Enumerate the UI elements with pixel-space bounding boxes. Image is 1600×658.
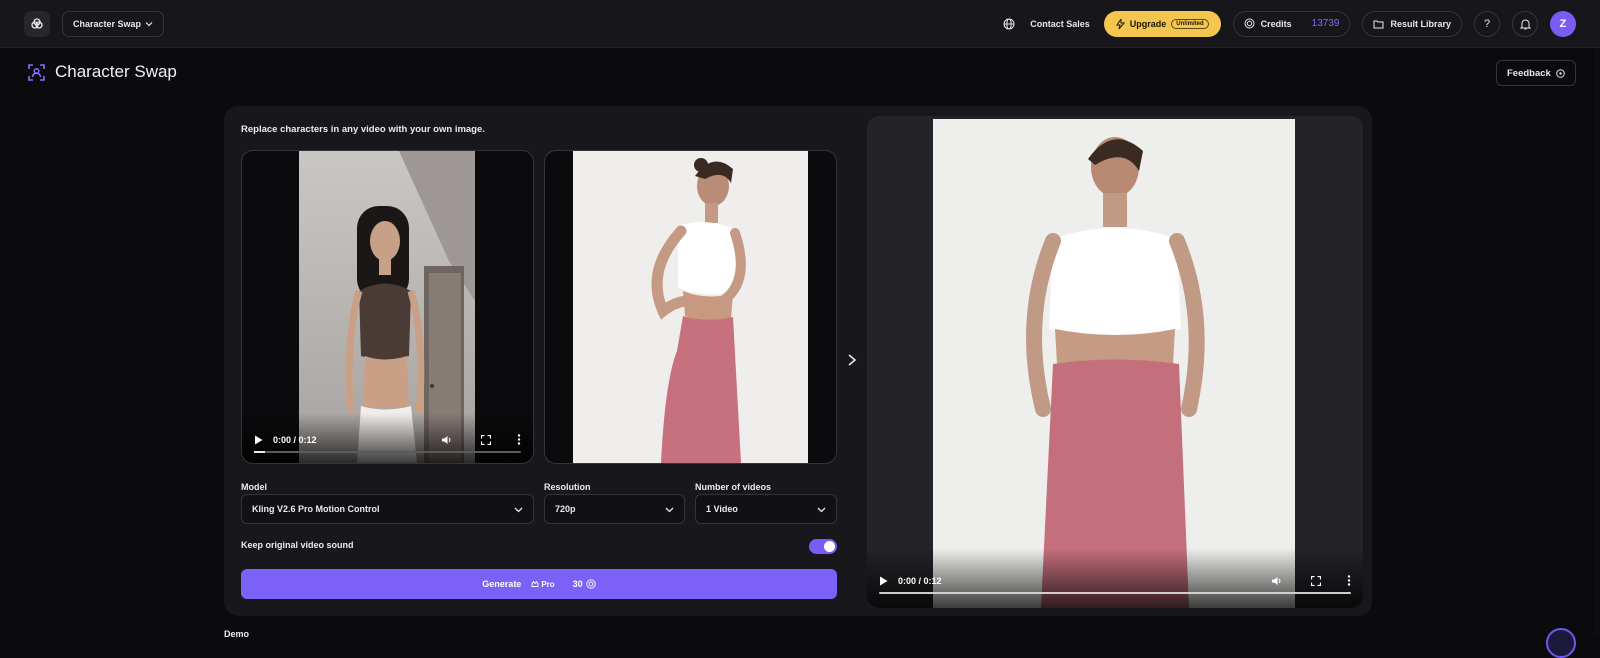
generate-label: Generate (482, 579, 522, 589)
lock-icon (531, 580, 539, 587)
volume-icon[interactable] (1272, 576, 1283, 586)
resolution-value: 720p (555, 504, 576, 514)
character-swap-icon (28, 63, 45, 81)
volume-icon[interactable] (442, 435, 453, 445)
result-video-player[interactable]: 0:00 / 0:12 (867, 116, 1363, 608)
chevron-down-icon (145, 21, 153, 26)
bolt-icon (1115, 18, 1125, 29)
feedback-label: Feedback (1507, 67, 1551, 79)
generate-cost-value: 30 (572, 579, 583, 589)
top-bar: Character Swap Contact Sales Upgrade Unl… (0, 0, 1600, 48)
source-video-progress-fill (254, 451, 265, 453)
fullscreen-icon[interactable] (481, 434, 491, 445)
source-video-controls: 0:00 / 0:12 (242, 413, 533, 463)
page-title-text: Character Swap (55, 62, 177, 81)
chevron-right-icon (848, 354, 857, 366)
source-video-player[interactable]: 0:00 / 0:12 (241, 150, 534, 464)
result-library-label: Result Library (1390, 18, 1451, 29)
app-switcher-label: Character Swap (73, 18, 142, 29)
coin-icon (586, 579, 596, 589)
upgrade-button[interactable]: Upgrade Unlimited (1103, 10, 1221, 37)
unlimited-badge: Unlimited (1171, 18, 1209, 29)
fullscreen-icon[interactable] (1311, 575, 1321, 586)
result-video-controls: 0:00 / 0:12 (867, 548, 1363, 608)
pro-tag: Pro (531, 579, 555, 589)
chat-launcher-button[interactable] (1546, 628, 1576, 658)
contact-sales-link[interactable]: Contact Sales (1030, 19, 1090, 29)
page-title: Character Swap (28, 62, 177, 82)
app-logo-icon[interactable] (24, 10, 50, 37)
reference-image-frame (573, 151, 808, 463)
more-icon[interactable] (517, 434, 521, 445)
folder-icon (1373, 20, 1384, 28)
more-icon[interactable] (1347, 575, 1351, 586)
number-of-videos-label: Number of videos (695, 482, 772, 492)
feedback-icon (1556, 68, 1565, 78)
resolution-label: Resolution (544, 482, 591, 492)
chevron-down-icon (514, 507, 523, 512)
generate-button[interactable]: Generate Pro 30 (241, 569, 837, 599)
credits-button[interactable]: Credits 13739 (1232, 10, 1351, 37)
result-video-time: 0:00 / 0:12 (898, 575, 942, 586)
avatar[interactable]: Z (1550, 10, 1576, 37)
app-switcher-dropdown[interactable]: Character Swap (62, 10, 165, 37)
result-library-button[interactable]: Result Library (1362, 10, 1462, 37)
chevron-down-icon (665, 507, 674, 512)
keep-sound-toggle[interactable] (809, 539, 837, 554)
source-video-time: 0:00 / 0:12 (273, 434, 317, 445)
model-value: Kling V2.6 Pro Motion Control (252, 504, 380, 514)
page-scrollbar[interactable] (1594, 48, 1600, 637)
result-video-progress[interactable] (879, 592, 1351, 594)
pro-label: Pro (541, 579, 555, 589)
globe-icon[interactable] (1000, 15, 1018, 33)
upgrade-label: Upgrade (1129, 18, 1167, 29)
source-video-progress[interactable] (254, 451, 521, 453)
demo-heading: Demo (224, 629, 250, 639)
model-label: Model (241, 482, 267, 492)
number-of-videos-select[interactable]: 1 Video (695, 494, 837, 524)
toggle-knob (824, 541, 835, 552)
generate-cost: 30 (573, 579, 596, 589)
bell-icon (1519, 19, 1531, 29)
credits-value: 13739 (1311, 18, 1340, 29)
notifications-button[interactable] (1512, 10, 1538, 37)
resolution-select[interactable]: 720p (544, 494, 685, 524)
help-button[interactable]: ? (1474, 10, 1500, 37)
reference-image[interactable] (544, 150, 837, 464)
play-icon[interactable] (879, 576, 888, 586)
model-select[interactable]: Kling V2.6 Pro Motion Control (241, 494, 534, 524)
coin-icon (1244, 18, 1255, 29)
feedback-button[interactable]: Feedback (1496, 60, 1576, 86)
number-of-videos-value: 1 Video (706, 504, 738, 514)
play-icon[interactable] (254, 435, 263, 445)
keep-sound-label: Keep original video sound (241, 540, 354, 550)
intro-text: Replace characters in any video with you… (241, 124, 485, 135)
result-video-frame (933, 119, 1295, 608)
credits-label: Credits (1260, 18, 1292, 29)
chevron-down-icon (817, 507, 826, 512)
